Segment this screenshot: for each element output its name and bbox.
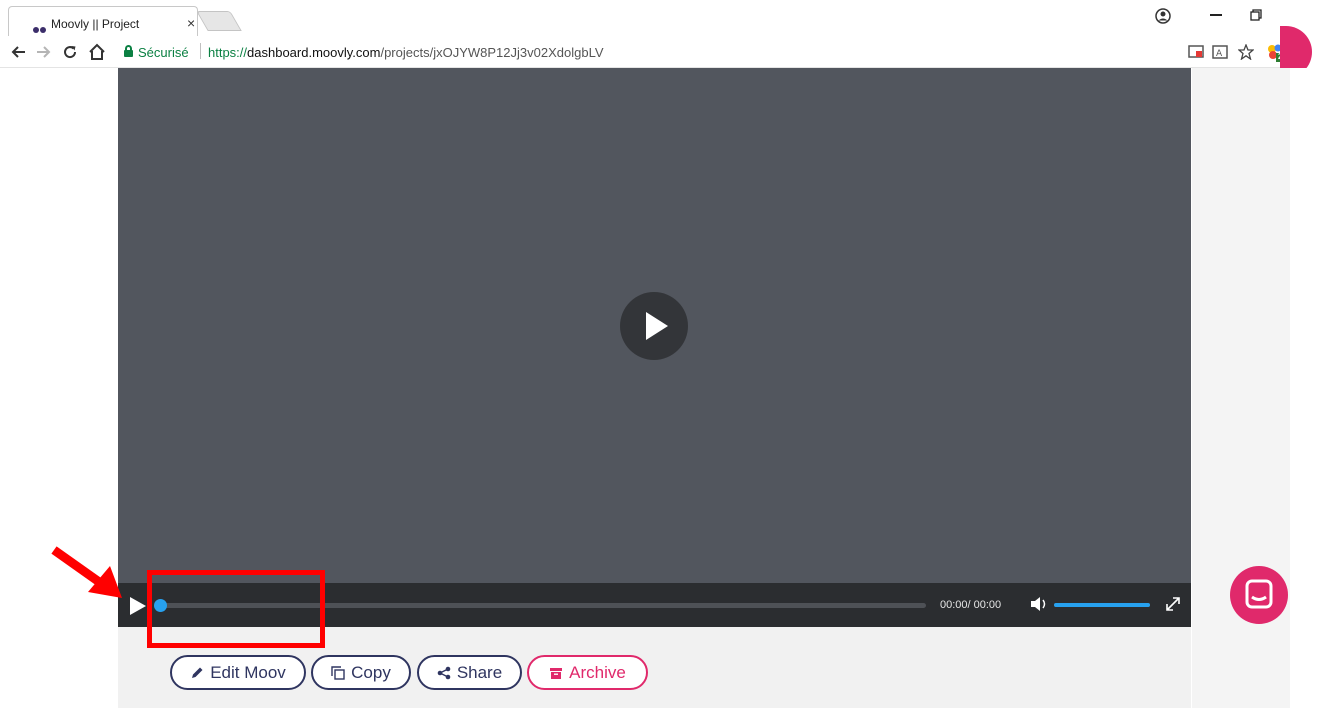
lock-icon bbox=[124, 45, 133, 57]
browser-tab-bar: Moovly || Project × bbox=[0, 0, 1330, 36]
volume-fill bbox=[1054, 603, 1150, 607]
video-player[interactable] bbox=[118, 68, 1191, 583]
archive-label: Archive bbox=[569, 662, 626, 682]
home-icon[interactable] bbox=[88, 43, 106, 61]
volume-slider[interactable] bbox=[1054, 603, 1150, 607]
copy-icon bbox=[331, 665, 345, 680]
restore-icon[interactable] bbox=[1250, 9, 1262, 21]
volume-icon[interactable] bbox=[1030, 596, 1050, 612]
profile-icon[interactable] bbox=[1155, 8, 1171, 24]
back-arrow-icon[interactable] bbox=[10, 45, 26, 59]
forward-arrow-icon[interactable] bbox=[36, 45, 52, 59]
url-separator bbox=[200, 43, 201, 59]
progress-bar[interactable] bbox=[154, 599, 926, 612]
fullscreen-icon[interactable] bbox=[1164, 595, 1182, 613]
player-controls: 00:00/ 00:00 bbox=[118, 583, 1191, 627]
tab-title: Moovly || Project bbox=[51, 17, 140, 31]
time-display: 00:00/ 00:00 bbox=[940, 599, 1002, 611]
share-icon bbox=[437, 666, 451, 679]
progress-knob[interactable] bbox=[154, 599, 167, 612]
play-icon bbox=[646, 312, 668, 340]
reload-icon[interactable] bbox=[62, 44, 78, 60]
new-tab-button[interactable] bbox=[196, 11, 242, 31]
action-bar: Edit Moov Copy Share Archive bbox=[118, 627, 1191, 708]
page-content: 00:00/ 00:00 Edit Moov Copy Share Archiv… bbox=[0, 68, 1330, 708]
moovly-favicon-icon bbox=[33, 20, 47, 33]
chat-launcher-button[interactable] bbox=[1230, 566, 1288, 624]
edit-moov-label: Edit Moov bbox=[210, 662, 286, 682]
share-button[interactable]: Share bbox=[417, 655, 522, 690]
play-control-icon[interactable] bbox=[130, 597, 146, 615]
share-label: Share bbox=[456, 662, 503, 682]
copy-label: Copy bbox=[351, 662, 391, 682]
svg-text:A: A bbox=[1216, 49, 1223, 59]
minimize-icon[interactable] bbox=[1210, 14, 1222, 16]
address-toolbar: Sécurisé https://dashboard.moovly.com/pr… bbox=[0, 36, 1295, 68]
url-bar[interactable]: Sécurisé https://dashboard.moovly.com/pr… bbox=[116, 40, 1176, 64]
chat-icon bbox=[1245, 579, 1273, 609]
pencil-icon bbox=[192, 667, 203, 678]
annotation-arrow-icon bbox=[51, 546, 122, 598]
secure-label: Sécurisé bbox=[138, 45, 189, 60]
url-text[interactable]: https://dashboard.moovly.com/projects/jx… bbox=[208, 45, 604, 60]
bookmark-star-icon[interactable] bbox=[1238, 44, 1254, 60]
tab-close-icon[interactable]: × bbox=[187, 15, 195, 31]
browser-tab[interactable]: Moovly || Project × bbox=[8, 6, 198, 36]
translate-icon[interactable]: A bbox=[1212, 45, 1228, 59]
archive-button[interactable]: Archive bbox=[527, 655, 648, 690]
cast-icon[interactable] bbox=[1188, 45, 1204, 59]
play-overlay-button[interactable] bbox=[620, 292, 688, 360]
archive-icon bbox=[550, 667, 563, 679]
copy-button[interactable]: Copy bbox=[311, 655, 411, 690]
edit-moov-button[interactable]: Edit Moov bbox=[170, 655, 306, 690]
